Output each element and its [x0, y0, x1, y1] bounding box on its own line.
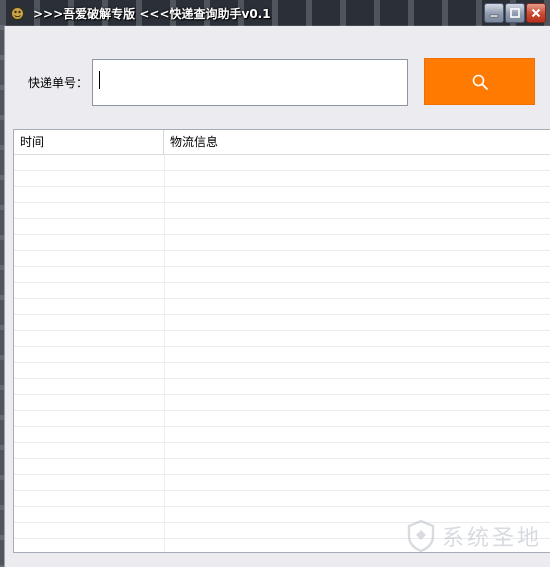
search-button[interactable]	[424, 58, 535, 105]
watermark: 系统圣地	[406, 519, 542, 553]
tracking-number-input[interactable]	[92, 59, 408, 106]
app-icon	[10, 6, 25, 21]
maximize-icon	[510, 8, 520, 18]
title-bar[interactable]: >>>吾爱破解专版 <<<快递查询助手v0.1	[0, 0, 550, 26]
table-header: 时间 物流信息	[14, 130, 550, 155]
column-header-time[interactable]: 时间	[14, 130, 164, 155]
minimize-button[interactable]	[484, 3, 504, 23]
minimize-icon	[489, 14, 499, 18]
window-title: >>>吾爱破解专版 <<<快递查询助手v0.1	[33, 6, 271, 21]
close-button[interactable]	[526, 3, 546, 23]
maximize-button[interactable]	[505, 3, 525, 23]
column-header-logistics-info[interactable]: 物流信息	[164, 130, 550, 155]
app-window: >>>吾爱破解专版 <<<快递查询助手v0.1 快递单号： 时间 物流信息 系统…	[0, 0, 550, 567]
close-icon	[531, 8, 541, 18]
main-panel: 快递单号： 时间 物流信息 系统圣地	[4, 26, 550, 567]
column-divider	[164, 155, 165, 552]
search-icon	[472, 74, 488, 90]
logistics-table[interactable]: 时间 物流信息	[13, 129, 550, 553]
watermark-text: 系统圣地	[441, 526, 542, 551]
window-controls	[484, 3, 546, 23]
text-caret	[99, 71, 100, 89]
shield-logo-icon	[407, 519, 435, 553]
table-body	[14, 155, 550, 552]
tracking-number-label: 快递单号：	[28, 76, 89, 90]
